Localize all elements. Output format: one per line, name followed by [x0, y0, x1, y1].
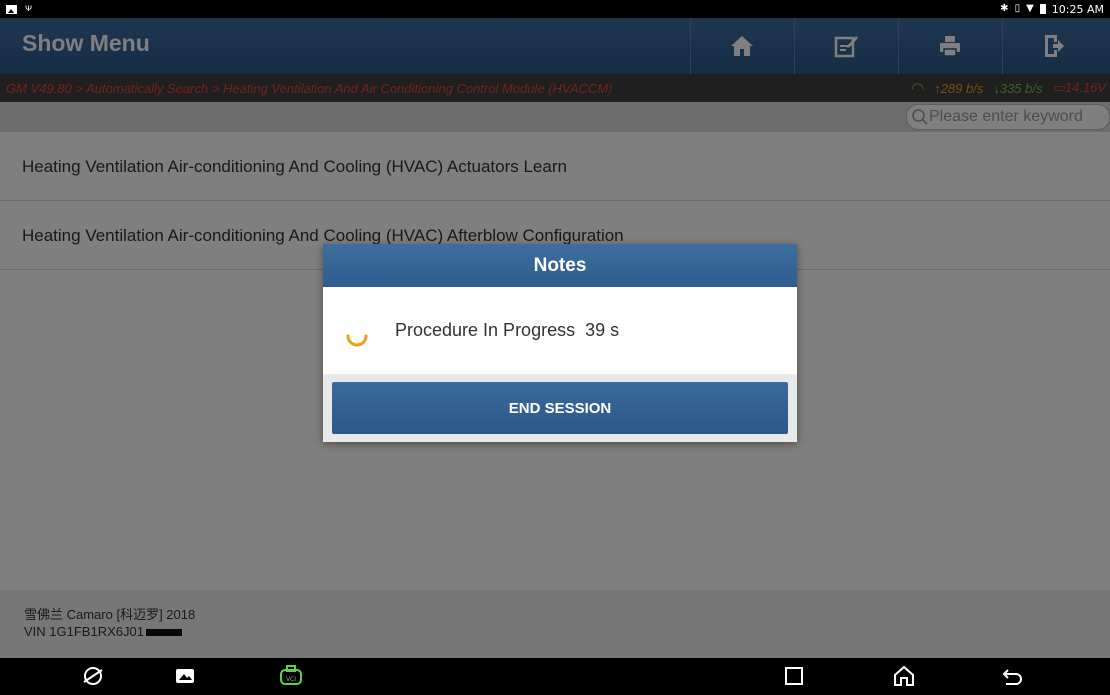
back-icon[interactable] — [1000, 664, 1024, 688]
loading-spinner-icon — [346, 334, 368, 346]
dialog-title: Notes — [323, 244, 797, 287]
vibrate-icon: ▯ — [1014, 3, 1021, 14]
home-nav-icon[interactable] — [892, 664, 916, 688]
bluetooth-icon: ✱ — [1000, 3, 1009, 14]
status-time: 10:25 AM — [1051, 2, 1104, 16]
navigation-bar: VCI — [0, 658, 1110, 695]
battery-icon — [1039, 4, 1046, 14]
usb-icon: ᴪ — [25, 3, 33, 14]
gallery-icon[interactable] — [174, 664, 196, 688]
dialog-message: Procedure In Progress 39 s — [395, 320, 620, 340]
dialog-body: Procedure In Progress 39 s — [323, 287, 797, 374]
dialog-footer: END SESSION — [323, 374, 797, 442]
browser-icon[interactable] — [82, 664, 104, 688]
wifi-icon: ▼ — [1026, 3, 1034, 14]
recent-apps-icon[interactable] — [784, 664, 804, 688]
end-session-button[interactable]: END SESSION — [332, 382, 788, 434]
svg-text:VCI: VCI — [286, 676, 296, 683]
gallery-icon — [6, 4, 17, 14]
status-bar: ᴪ ✱ ▯ ▼ 10:25 AM — [0, 0, 1110, 18]
notes-dialog: Notes Procedure In Progress 39 s END SES… — [323, 244, 797, 442]
vci-icon[interactable]: VCI — [278, 664, 304, 688]
